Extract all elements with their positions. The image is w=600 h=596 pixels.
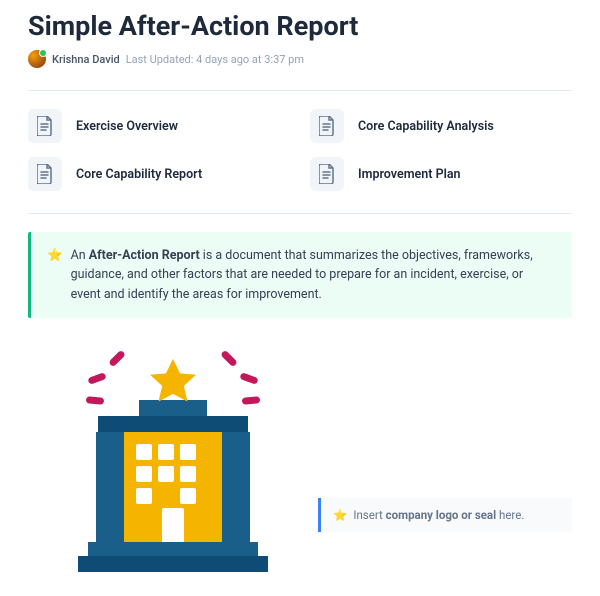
logo-prompt-text: Insert company logo or seal here. xyxy=(353,508,524,522)
author-avatar[interactable] xyxy=(28,50,46,68)
page-title: Simple After-Action Report xyxy=(28,10,572,42)
document-icon xyxy=(310,157,344,191)
divider xyxy=(28,90,572,91)
info-callout: ⭐ An After-Action Report is a document t… xyxy=(28,232,572,318)
toc-label: Improvement Plan xyxy=(358,167,461,182)
star-icon: ⭐ xyxy=(47,246,63,304)
divider xyxy=(28,213,572,214)
document-icon xyxy=(28,109,62,143)
logo-placeholder-callout[interactable]: ⭐ Insert company logo or seal here. xyxy=(318,498,572,532)
toc-label: Exercise Overview xyxy=(76,119,178,134)
building-star-illustration xyxy=(58,352,288,572)
callout-text: An After-Action Report is a document tha… xyxy=(71,246,556,304)
toc-item-core-capability-analysis[interactable]: Core Capability Analysis xyxy=(310,109,572,143)
toc-label: Core Capability Analysis xyxy=(358,119,494,134)
document-icon xyxy=(28,157,62,191)
toc-item-improvement-plan[interactable]: Improvement Plan xyxy=(310,157,572,191)
toc-item-core-capability-report[interactable]: Core Capability Report xyxy=(28,157,290,191)
media-row: ⭐ Insert company logo or seal here. xyxy=(28,352,572,572)
toc-label: Core Capability Report xyxy=(76,167,202,182)
table-of-contents: Exercise Overview Core Capability Analys… xyxy=(28,109,572,191)
document-icon xyxy=(310,109,344,143)
last-updated: Last Updated: 4 days ago at 3:37 pm xyxy=(126,53,304,66)
star-icon xyxy=(144,354,202,412)
star-icon: ⭐ xyxy=(333,508,347,522)
author-name[interactable]: Krishna David xyxy=(52,53,120,66)
toc-item-exercise-overview[interactable]: Exercise Overview xyxy=(28,109,290,143)
meta-row: Krishna David Last Updated: 4 days ago a… xyxy=(28,50,572,68)
